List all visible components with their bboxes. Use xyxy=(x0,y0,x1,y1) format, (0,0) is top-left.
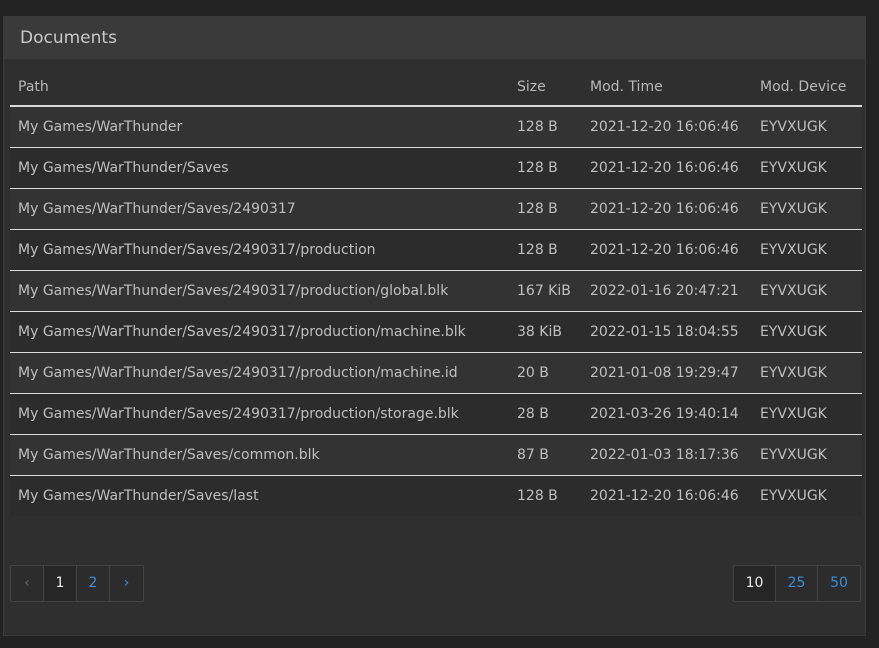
page-button-1[interactable]: 1 xyxy=(44,566,77,601)
cell-mod-time: 2021-12-20 16:06:46 xyxy=(582,188,752,230)
cell-size: 20 B xyxy=(509,352,582,394)
cell-size: 38 KiB xyxy=(509,311,582,353)
cell-path: My Games/WarThunder/Saves/last xyxy=(10,475,509,516)
table-row[interactable]: My Games/WarThunder/Saves/2490317/produc… xyxy=(10,393,862,435)
table-row[interactable]: My Games/WarThunder/Saves/2490317/produc… xyxy=(10,229,862,271)
cell-mod-time: 2022-01-15 18:04:55 xyxy=(582,311,752,353)
page-size-selector: 10 25 50 xyxy=(733,565,861,602)
column-header-mod-device[interactable]: Mod. Device xyxy=(752,69,862,107)
cell-mod-device: EYVXUGK xyxy=(752,434,862,476)
column-header-path[interactable]: Path xyxy=(10,69,509,107)
table-header-row: Path Size Mod. Time Mod. Device xyxy=(10,69,862,107)
cell-mod-device: EYVXUGK xyxy=(752,475,862,516)
cell-size: 167 KiB xyxy=(509,270,582,312)
page-size-option-10[interactable]: 10 xyxy=(734,566,776,601)
cell-size: 128 B xyxy=(509,229,582,271)
cell-mod-device: EYVXUGK xyxy=(752,311,862,353)
cell-size: 128 B xyxy=(509,188,582,230)
cell-mod-device: EYVXUGK xyxy=(752,393,862,435)
table-row[interactable]: My Games/WarThunder/Saves/last 128 B 2021-… xyxy=(10,475,862,516)
table-row[interactable]: My Games/WarThunder/Saves/2490317/produc… xyxy=(10,270,862,312)
cell-mod-time: 2021-12-20 16:06:46 xyxy=(582,147,752,189)
pagination: ‹ 1 2 › xyxy=(10,565,144,602)
cell-path: My Games/WarThunder/Saves/common.blk xyxy=(10,434,509,476)
cell-mod-device: EYVXUGK xyxy=(752,229,862,271)
cell-path: My Games/WarThunder/Saves/2490317 xyxy=(10,188,509,230)
column-header-size[interactable]: Size xyxy=(509,69,582,107)
cell-mod-device: EYVXUGK xyxy=(752,270,862,312)
table-row[interactable]: My Games/WarThunder/Saves 128 B 2021-12-20… xyxy=(10,147,862,189)
cell-mod-time: 2021-12-20 16:06:46 xyxy=(582,475,752,516)
table-row[interactable]: My Games/WarThunder/Saves/2490317/produc… xyxy=(10,311,862,353)
cell-path: My Games/WarThunder/Saves/2490317/produc… xyxy=(10,393,509,435)
cell-size: 128 B xyxy=(509,475,582,516)
documents-table: Path Size Mod. Time Mod. Device My Games… xyxy=(10,69,862,516)
cell-mod-time: 2021-12-20 16:06:46 xyxy=(582,229,752,271)
next-page-button[interactable]: › xyxy=(110,566,143,601)
page-button-2[interactable]: 2 xyxy=(77,566,110,601)
table-row[interactable]: My Games/WarThunder/Saves/common.blk 87 B… xyxy=(10,434,862,476)
cell-size: 28 B xyxy=(509,393,582,435)
cell-path: My Games/WarThunder/Saves/2490317/produc… xyxy=(10,352,509,394)
cell-mod-time: 2021-12-20 16:06:46 xyxy=(582,106,752,148)
page-size-option-25[interactable]: 25 xyxy=(776,566,818,601)
cell-path: My Games/WarThunder/Saves/2490317/produc… xyxy=(10,229,509,271)
table-row[interactable]: My Games/WarThunder/Saves/2490317 128 B 20… xyxy=(10,188,862,230)
cell-size: 128 B xyxy=(509,147,582,189)
cell-path: My Games/WarThunder/Saves/2490317/produc… xyxy=(10,270,509,312)
cell-mod-device: EYVXUGK xyxy=(752,188,862,230)
cell-mod-time: 2022-01-03 18:17:36 xyxy=(582,434,752,476)
cell-size: 128 B xyxy=(509,106,582,148)
cell-mod-time: 2021-03-26 19:40:14 xyxy=(582,393,752,435)
documents-panel: Documents Path Size Mod. Time Mod. Devic… xyxy=(3,16,866,636)
cell-size: 87 B xyxy=(509,434,582,476)
cell-path: My Games/WarThunder/Saves/2490317/produc… xyxy=(10,311,509,353)
cell-mod-time: 2022-01-16 20:47:21 xyxy=(582,270,752,312)
table-row[interactable]: My Games/WarThunder/Saves/2490317/produc… xyxy=(10,352,862,394)
prev-page-button[interactable]: ‹ xyxy=(11,566,44,601)
cell-mod-device: EYVXUGK xyxy=(752,106,862,148)
cell-mod-time: 2021-01-08 19:29:47 xyxy=(582,352,752,394)
cell-path: My Games/WarThunder/Saves xyxy=(10,147,509,189)
page-size-option-50[interactable]: 50 xyxy=(818,566,860,601)
panel-title: Documents xyxy=(4,17,865,60)
cell-mod-device: EYVXUGK xyxy=(752,352,862,394)
table-row[interactable]: My Games/WarThunder 128 B 2021-12-20 16:06… xyxy=(10,106,862,148)
cell-mod-device: EYVXUGK xyxy=(752,147,862,189)
column-header-mod-time[interactable]: Mod. Time xyxy=(582,69,752,107)
cell-path: My Games/WarThunder xyxy=(10,106,509,148)
